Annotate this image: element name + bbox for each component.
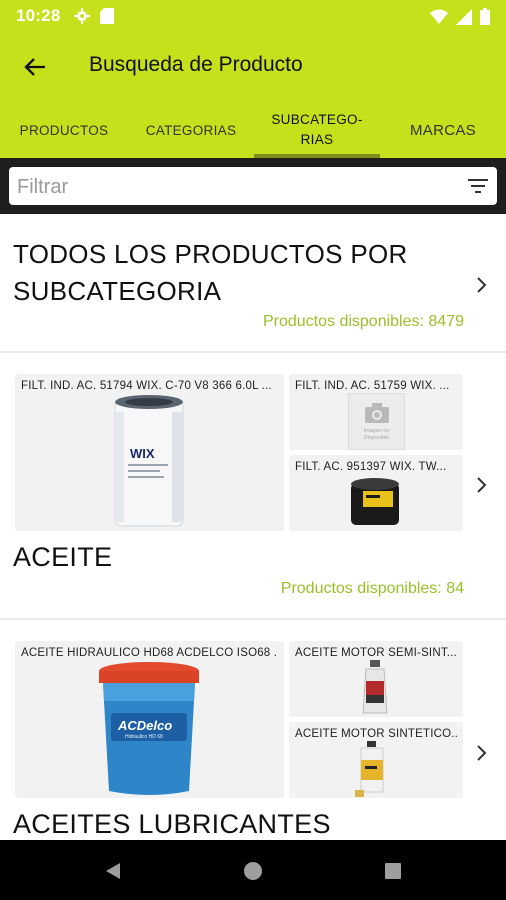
divider: [0, 351, 506, 353]
product-label: FILT. IND. AC. 51794 WIX. C-70 V8 366 6.…: [21, 380, 272, 392]
product-label: FILT. IND. AC. 51759 WIX. ...: [295, 380, 450, 392]
nav-recents-button[interactable]: [378, 856, 408, 886]
products-available: Productos disponibles: 8479: [262, 313, 464, 330]
synthetic-oil-bottle-image: [355, 741, 384, 797]
status-time: 10:28: [16, 6, 61, 25]
settings-icon: [74, 8, 90, 24]
battery-icon: [480, 8, 490, 25]
product-label: ACEITE MOTOR SEMI-SINT...: [295, 647, 457, 659]
filter-box: [9, 167, 497, 205]
filter-list-icon[interactable]: [467, 175, 489, 197]
camera-icon: [365, 403, 389, 423]
product-card[interactable]: FILT. IND. AC. 51794 WIX. C-70 V8 366 6.…: [15, 374, 284, 531]
product-label: ACEITE MOTOR SINTETICO...: [295, 728, 457, 740]
filter-bar: [0, 158, 506, 214]
product-card[interactable]: FILT. AC. 951397 WIX. TW...: [289, 455, 463, 531]
tab-label: CATEGORIAS: [145, 122, 237, 138]
products-available: Productos disponibles: 84: [280, 580, 464, 597]
chevron-right-icon: [477, 277, 487, 293]
no-image-placeholder: Imagen no Disponible: [348, 393, 405, 450]
back-button[interactable]: [18, 50, 52, 84]
all-products-item[interactable]: TODOS LOS PRODUCTOS POR SUBCATEGORIA Pro…: [0, 214, 506, 352]
motor-oil-bottle-image: [362, 660, 388, 714]
chevron-right-icon[interactable]: [474, 744, 488, 762]
tab-label: SUBCATEGO- RIAS: [271, 112, 363, 147]
wifi-icon: [430, 9, 448, 24]
oil-bucket-image: ACDelco Hidraulico HD 68: [99, 662, 199, 795]
system-nav-bar: [0, 840, 506, 900]
divider: [0, 618, 506, 620]
subcategory-list: TODOS LOS PRODUCTOS POR SUBCATEGORIA Pro…: [0, 214, 506, 840]
app-bar: Busqueda de Producto: [0, 32, 506, 102]
product-card[interactable]: ACEITE MOTOR SEMI-SINT...: [289, 641, 463, 717]
subcategory-name: ACEITES LUBRICANTES: [13, 809, 331, 839]
square-recents-icon: [385, 863, 401, 879]
status-bar: 10:28: [0, 0, 506, 32]
filter-input[interactable]: [15, 171, 459, 203]
product-card[interactable]: ACEITE HIDRAULICO HD68 ACDELCO ISO68 ...…: [15, 641, 284, 798]
oil-filter-image: [351, 478, 399, 525]
product-label: ACEITE HIDRAULICO HD68 ACDELCO ISO68 ...: [21, 647, 278, 659]
tab-categorias[interactable]: CATEGORIAS: [128, 102, 254, 158]
svg-text:WIX: WIX: [130, 446, 155, 461]
subcategory-name: ACEITE: [13, 542, 113, 572]
oil-filter-image: WIX: [114, 395, 184, 527]
all-products-title: TODOS LOS PRODUCTOS POR SUBCATEGORIA: [13, 239, 408, 306]
page-title: Busqueda de Producto: [89, 53, 303, 76]
product-text: Hidraulico HD 68: [125, 734, 163, 740]
chevron-right-icon[interactable]: [474, 476, 488, 494]
sd-card-icon: [100, 8, 114, 24]
product-card[interactable]: FILT. IND. AC. 51759 WIX. ... Imagen no …: [289, 374, 463, 450]
tab-subcategorias[interactable]: SUBCATEGO- RIAS: [254, 102, 380, 158]
tab-marcas[interactable]: MARCAS: [380, 102, 506, 158]
brand-text: ACDelco: [117, 718, 172, 733]
product-card[interactable]: ACEITE MOTOR SINTETICO...: [289, 722, 463, 798]
nav-back-button[interactable]: [98, 856, 128, 886]
signal-icon: [456, 8, 472, 25]
arrow-left-icon: [24, 58, 45, 76]
nav-home-button[interactable]: [238, 856, 268, 886]
tab-label: MARCAS: [410, 121, 476, 139]
circle-home-icon: [244, 862, 262, 880]
triangle-back-icon: [106, 863, 120, 879]
tab-productos[interactable]: PRODUCTOS: [0, 102, 128, 158]
tab-bar: PRODUCTOS CATEGORIAS SUBCATEGO- RIAS MAR…: [0, 102, 506, 158]
tab-label: PRODUCTOS: [19, 122, 109, 138]
no-image-text: Imagen no Disponible: [363, 428, 390, 441]
product-label: FILT. AC. 951397 WIX. TW...: [295, 461, 447, 473]
